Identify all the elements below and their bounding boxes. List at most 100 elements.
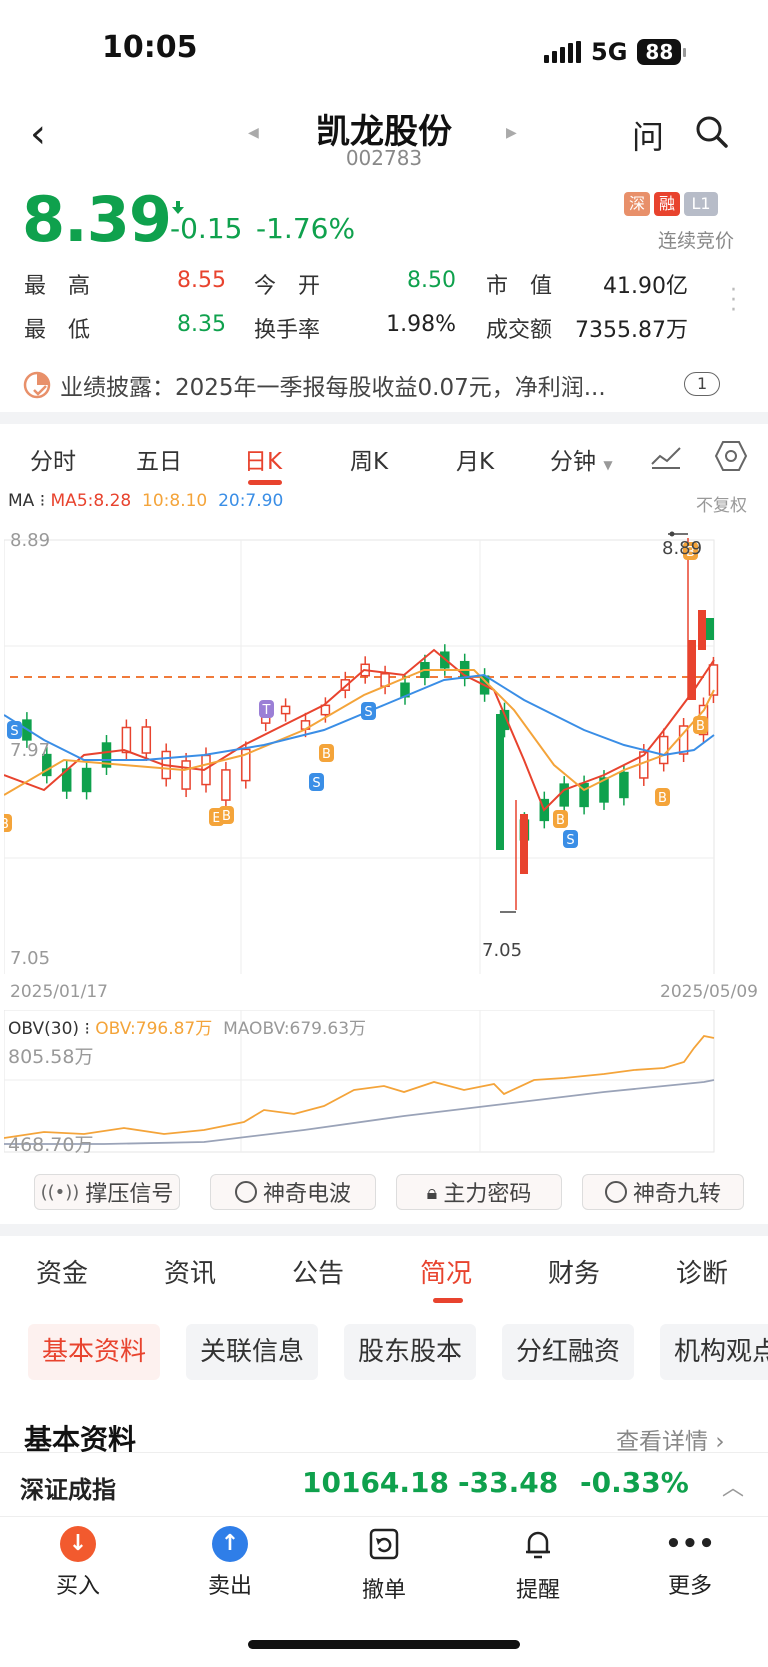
y-axis-mid: 7.97 <box>10 740 51 761</box>
active-tab-indicator <box>248 480 282 485</box>
stat-value-amount: 7355.87万 <box>575 318 688 343</box>
candle-body <box>698 610 706 650</box>
candle-body <box>559 783 569 807</box>
more-button[interactable]: ••• 更多 <box>630 1526 750 1600</box>
signal-marker: S <box>563 830 578 848</box>
ma10-value: 10:8.10 <box>142 491 208 511</box>
adjust-mode[interactable]: 不复权 <box>696 491 747 516</box>
disclosure-count-badge[interactable]: 1 <box>684 372 721 396</box>
ma20-value: 20:7.90 <box>218 491 284 511</box>
next-stock-icon[interactable]: ▶ <box>506 125 517 141</box>
stat-label-turnover: 换手率 <box>254 318 321 343</box>
subtab-dividends[interactable]: 分红融资 <box>502 1324 635 1380</box>
signal-marker: S <box>7 721 22 739</box>
tab-financials[interactable]: 财务 <box>548 1253 600 1290</box>
svg-text:B: B <box>322 747 331 762</box>
obv-legend[interactable]: OBV(30) ⁝ OBV:796.87万 MAOBV:679.63万 <box>8 1014 366 1039</box>
tab-news[interactable]: 资讯 <box>164 1253 216 1290</box>
margin-tag: 融 <box>654 192 680 216</box>
tab-funds[interactable]: 资金 <box>36 1253 88 1290</box>
chevron-up-icon[interactable]: ︿ <box>722 1470 744 1502</box>
signal-label: 撑压信号 <box>85 1182 174 1207</box>
report-icon <box>23 371 51 399</box>
low-price-marker: 7.05 <box>482 940 523 961</box>
stat-value-open: 8.50 <box>407 268 456 293</box>
price-change: -0.15 <box>170 212 243 245</box>
obv-title: OBV(30) <box>8 1019 80 1039</box>
tab-overview[interactable]: 简况 <box>420 1253 472 1290</box>
signal-marker: B <box>553 810 568 828</box>
settings-hex-icon[interactable] <box>714 440 748 476</box>
ask-button[interactable]: 问 <box>632 112 664 158</box>
stat-value-mktcap: 41.90亿 <box>603 274 688 299</box>
candle-body <box>496 714 504 850</box>
ma-legend[interactable]: MA ⁝ MA5:8.28 10:8.10 20:7.90 <box>8 491 283 511</box>
signal-marker: B <box>655 788 670 806</box>
tab-daily-k[interactable]: 日K <box>244 442 282 476</box>
tab-intraday[interactable]: 分时 <box>30 442 76 476</box>
alert-button[interactable]: 提醒 <box>478 1526 598 1604</box>
stat-value-turnover: 1.98% <box>386 312 456 337</box>
buy-button[interactable]: ↓ 买入 <box>18 1526 138 1600</box>
subtab-shareholders[interactable]: 股东股本 <box>344 1324 477 1380</box>
indicator-settings-icon[interactable] <box>650 444 682 474</box>
divider <box>0 412 768 424</box>
status-indicators: 5G 88 <box>544 36 687 68</box>
radio-wave-icon: ((•)) <box>40 1181 80 1203</box>
cancel-order-button[interactable]: 撤单 <box>324 1526 444 1604</box>
candle-body <box>181 760 191 790</box>
candle-body <box>280 705 291 715</box>
wave-icon <box>234 1181 257 1203</box>
signal-marker: T <box>259 700 274 718</box>
stat-value-low: 8.35 <box>177 312 226 337</box>
subtab-related-info[interactable]: 关联信息 <box>186 1324 319 1380</box>
tab-minute-label: 分钟 <box>550 449 596 475</box>
network-label: 5G <box>591 38 628 66</box>
sz-tag: 深 <box>624 192 650 216</box>
stat-label-mktcap: 市 值 <box>486 274 553 299</box>
obv-y-top: 805.58万 <box>8 1046 94 1068</box>
signal-marker: S <box>309 773 324 791</box>
index-value: 10164.18 <box>302 1466 450 1499</box>
sell-button[interactable]: ↑ 卖出 <box>170 1526 290 1600</box>
view-details-link[interactable]: 查看详情 › <box>616 1422 725 1456</box>
divider <box>0 1224 768 1236</box>
svg-text:B: B <box>556 813 565 828</box>
home-indicator <box>248 1640 520 1649</box>
tab-five-day[interactable]: 五日 <box>136 442 182 476</box>
status-time: 10:05 <box>102 30 198 65</box>
signal-label: 神奇电波 <box>262 1182 351 1207</box>
candle-body <box>141 726 152 754</box>
tab-announcements[interactable]: 公告 <box>292 1253 344 1290</box>
trade-mode: 连续竞价 <box>658 230 735 252</box>
disclosure-bar[interactable]: 业绩披露： 2025年一季报每股收益0.07元，净利润... <box>22 368 742 402</box>
more-icon: ••• <box>665 1529 715 1559</box>
support-resistance-button[interactable]: ((•)) 撑压信号 <box>34 1174 180 1210</box>
main-force-code-button[interactable]: 🔒︎ 主力密码 <box>396 1174 562 1210</box>
more-label: 更多 <box>667 1574 712 1599</box>
subtab-basic-info[interactable]: 基本资料 <box>28 1324 161 1380</box>
tab-diagnosis[interactable]: 诊断 <box>676 1253 728 1290</box>
magic-wave-button[interactable]: 神奇电波 <box>210 1174 376 1210</box>
index-change-pct: -0.33% <box>580 1466 689 1499</box>
stat-label-open: 今 开 <box>254 274 321 299</box>
search-icon[interactable] <box>694 114 730 154</box>
level-tag[interactable]: L1 <box>684 192 718 216</box>
signal-marker: B <box>693 716 708 734</box>
date-start: 2025/01/17 <box>10 982 108 1002</box>
ma5-value: MA5:8.28 <box>50 491 132 511</box>
subtab-institution-views[interactable]: 机构观点 <box>660 1324 768 1380</box>
cancel-order-label: 撤单 <box>361 1578 406 1603</box>
ma10-line <box>4 669 715 796</box>
svg-text:S: S <box>364 705 372 720</box>
tab-weekly-k[interactable]: 周K <box>350 442 388 476</box>
y-axis-top: 8.89 <box>10 530 51 551</box>
tab-monthly-k[interactable]: 月K <box>456 442 494 476</box>
magic-nine-button[interactable]: 神奇九转 <box>582 1174 744 1210</box>
price-change-pct: -1.76% <box>256 212 356 245</box>
bell-icon <box>526 1531 550 1559</box>
more-stats-icon[interactable]: · · · <box>730 280 737 322</box>
index-name: 深证成指 <box>20 1476 116 1504</box>
kline-chart[interactable]: SBT SSBE B BSBBB <box>4 520 764 974</box>
tab-minute[interactable]: 分钟 ▼ <box>550 442 613 476</box>
